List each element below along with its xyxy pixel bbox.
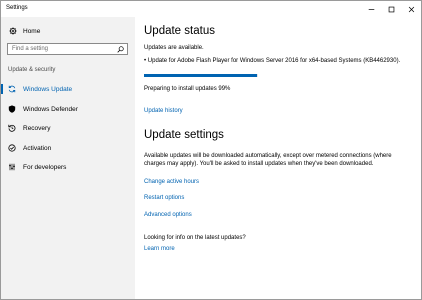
section-label: Update & security [8, 67, 56, 73]
update-progress-bar [144, 74, 258, 77]
update-status-heading: Update status [144, 25, 215, 37]
check-circle-icon [7, 143, 17, 153]
sidebar-item-label: Activation [23, 144, 52, 152]
sync-icon [7, 84, 17, 94]
learn-more-link[interactable]: Learn more [144, 246, 175, 252]
update-history-link[interactable]: Update history [144, 108, 183, 114]
title-bar[interactable]: Settings [1, 1, 421, 17]
history-icon [7, 123, 17, 133]
info-question: Looking for info on the latest updates? [144, 235, 246, 241]
minimize-button[interactable] [361, 1, 381, 17]
close-button[interactable] [401, 1, 421, 17]
main-content: Update status Updates are available. • U… [135, 17, 421, 299]
update-settings-description: Available updates will be downloaded aut… [144, 153, 392, 167]
search-placeholder: Find a setting [12, 46, 49, 52]
sidebar-item-recovery[interactable]: Recovery [1, 120, 135, 136]
sidebar-item-label: For developers [23, 163, 67, 171]
search-icon [117, 46, 124, 53]
sidebar-item-activation[interactable]: Activation [1, 140, 135, 156]
sidebar-item-windows-defender[interactable]: Windows Defender [1, 101, 135, 117]
update-settings-heading: Update settings [144, 129, 224, 141]
update-item: • Update for Adobe Flash Player for Wind… [144, 58, 401, 64]
home-label: Home [23, 27, 41, 35]
sidebar-item-label: Windows Update [23, 85, 73, 93]
progress-fill [144, 74, 257, 77]
close-icon [408, 6, 414, 12]
maximize-button[interactable] [381, 1, 401, 17]
shield-icon [7, 104, 17, 114]
sidebar-item-for-developers[interactable]: For developers [1, 159, 135, 175]
search-input[interactable]: Find a setting [7, 43, 128, 55]
progress-text: Preparing to install updates 99% [144, 86, 231, 92]
restart-options-link[interactable]: Restart options [144, 195, 184, 201]
change-active-hours-link[interactable]: Change active hours [144, 179, 199, 185]
minimize-icon [368, 8, 374, 10]
sliders-icon [7, 162, 17, 172]
maximize-icon [388, 6, 394, 12]
gear-icon [9, 27, 17, 35]
sidebar: Home Find a setting Update & security Wi… [1, 17, 135, 299]
advanced-options-link[interactable]: Advanced options [144, 212, 192, 218]
home-link[interactable]: Home [9, 26, 40, 36]
sidebar-item-label: Recovery [23, 124, 51, 132]
sidebar-item-label: Windows Defender [23, 105, 78, 113]
updates-available-text: Updates are available. [144, 45, 204, 51]
settings-window: Settings Home Find a setting Update & se… [0, 0, 422, 300]
sidebar-item-windows-update[interactable]: Windows Update [1, 81, 135, 97]
window-title: Settings [6, 5, 28, 11]
